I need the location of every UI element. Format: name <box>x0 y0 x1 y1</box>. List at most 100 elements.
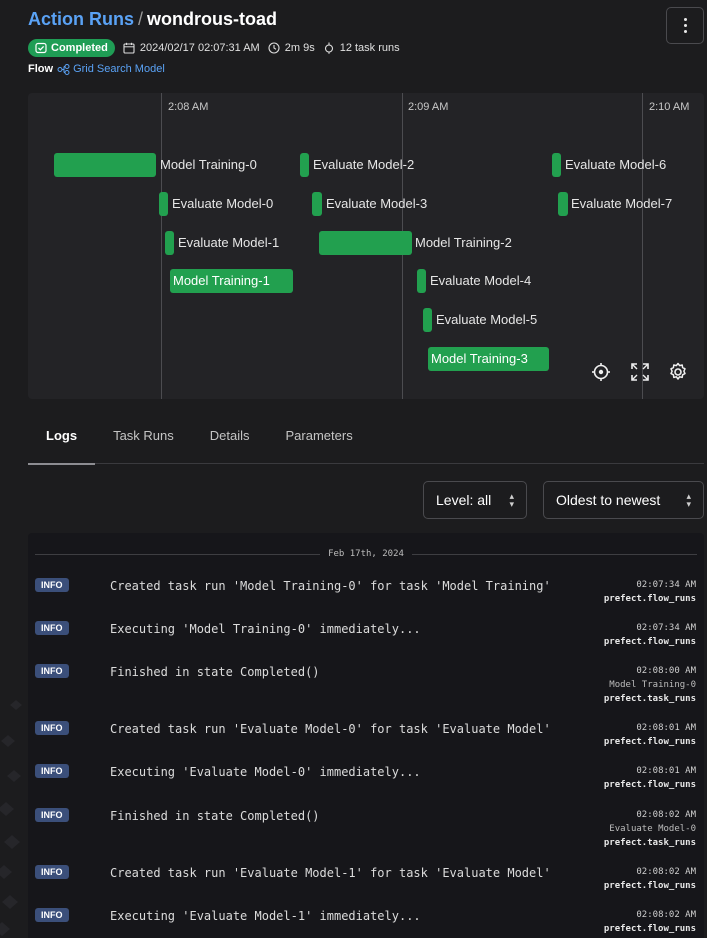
breadcrumb: Action Runs / wondrous-toad <box>28 8 707 30</box>
gear-icon <box>670 362 686 380</box>
log-order-select[interactable]: Oldest to newest ▴ ▾ <box>543 481 704 519</box>
log-time: 02:08:02 AM <box>636 910 696 920</box>
crosshair-icon <box>592 363 610 381</box>
page-title: wondrous-toad <box>147 9 277 29</box>
log-meta: 02:08:02 AM prefect.flow_runs <box>604 865 696 893</box>
tab-bar: Logs Task Runs Details Parameters <box>28 418 704 465</box>
log-message: Created task run 'Model Training-0' for … <box>110 579 551 593</box>
log-task-name: Model Training-0 <box>609 680 696 690</box>
background-pattern-decoration <box>0 700 22 936</box>
timeline-bar-evaluate-model-7[interactable] <box>558 192 568 216</box>
flow-name: Grid Search Model <box>73 63 165 75</box>
timeline-bar-evaluate-model-3[interactable] <box>312 192 322 216</box>
flow-label: Flow <box>28 63 54 75</box>
log-date: Feb 17th, 2024 <box>328 549 404 559</box>
log-time: 02:08:01 AM <box>636 723 696 733</box>
start-time: 2024/02/17 02:07:31 AM <box>123 42 260 54</box>
logs-panel[interactable]: Feb 17th, 2024 INFO Created task run 'Mo… <box>28 533 704 938</box>
flow-info: Flow Grid Search Model <box>28 63 165 75</box>
page-header: Action Runs / wondrous-toad <box>28 8 707 30</box>
log-time: 02:07:34 AM <box>636 580 696 590</box>
log-meta: 02:08:02 AM prefect.flow_runs <box>604 908 696 936</box>
timeline-bar-model-training-0[interactable] <box>54 153 156 177</box>
tab-task-runs[interactable]: Task Runs <box>95 418 192 464</box>
timeline-bar-evaluate-model-6[interactable] <box>552 153 561 177</box>
log-source: prefect.flow_runs <box>603 737 696 747</box>
flow-run-timeline[interactable]: 2:08 AM 2:09 AM 2:10 AM Model Training-0… <box>28 93 704 399</box>
timeline-bar-evaluate-model-2[interactable] <box>300 153 309 177</box>
log-meta: 02:07:34 AM prefect.flow_runs <box>604 621 696 649</box>
log-order-value: Oldest to newest <box>556 492 661 508</box>
tab-logs[interactable]: Logs <box>28 418 96 465</box>
log-time: 02:08:02 AM <box>636 810 696 820</box>
expand-icon <box>631 363 649 381</box>
log-level-badge: INFO <box>35 664 69 678</box>
log-meta: 02:08:01 AM prefect.flow_runs <box>604 764 696 792</box>
tab-parameters[interactable]: Parameters <box>268 418 371 464</box>
timeline-bar-label: Evaluate Model-3 <box>326 196 428 211</box>
log-level-badge: INFO <box>35 621 69 635</box>
timeline-gridline <box>161 93 162 399</box>
timeline-bar-label: Evaluate Model-4 <box>430 273 532 288</box>
task-runs-value: 12 task runs <box>339 42 400 54</box>
timeline-bar-label: Evaluate Model-7 <box>571 196 673 211</box>
timeline-bar-evaluate-model-4[interactable] <box>417 269 426 293</box>
log-message: Executing 'Model Training-0' immediately… <box>110 622 421 636</box>
log-message: Executing 'Evaluate Model-1' immediately… <box>110 909 421 923</box>
tab-details[interactable]: Details <box>192 418 268 464</box>
timeline-gridline <box>642 93 643 399</box>
log-time: 02:08:00 AM <box>636 666 696 676</box>
timeline-bar-evaluate-model-0[interactable] <box>159 192 168 216</box>
timeline-settings-button[interactable] <box>667 361 689 383</box>
task-runs-count: 12 task runs <box>323 42 400 54</box>
log-source: prefect.flow_runs <box>603 780 696 790</box>
log-source: prefect.task_runs <box>603 838 696 848</box>
more-options-button[interactable] <box>666 7 704 44</box>
status-badge: Completed <box>28 39 115 57</box>
log-time: 02:07:34 AM <box>636 623 696 633</box>
log-level-badge: INFO <box>35 721 69 735</box>
log-meta: 02:07:34 AM prefect.flow_runs <box>604 578 696 606</box>
timeline-bar-evaluate-model-1[interactable] <box>165 231 174 255</box>
timeline-bar-model-training-2[interactable] <box>319 231 412 255</box>
chevron-up-down-icon: ▴ ▾ <box>509 491 514 509</box>
log-message: Finished in state Completed() <box>110 665 320 679</box>
flow-link[interactable]: Grid Search Model <box>57 63 165 75</box>
log-meta: 02:08:00 AM Model Training-0 prefect.tas… <box>604 664 696 706</box>
log-source: prefect.flow_runs <box>603 881 696 891</box>
flow-run-page: Action Runs / wondrous-toad Completed 2024… <box>0 0 707 938</box>
timeline-bar-label: Model Training-3 <box>431 351 528 366</box>
timeline-bar-evaluate-model-5[interactable] <box>423 308 432 332</box>
duration: 2m 9s <box>268 42 315 54</box>
log-level-badge: INFO <box>35 865 69 879</box>
log-date-separator: Feb 17th, 2024 <box>35 547 698 561</box>
timeline-bar-label: Evaluate Model-0 <box>172 196 274 211</box>
log-level-badge: INFO <box>35 908 69 922</box>
log-level-select[interactable]: Level: all ▴ ▾ <box>423 481 527 519</box>
check-shield-icon <box>35 42 47 54</box>
log-level-value: Level: all <box>436 492 492 508</box>
timeline-bar-label: Model Training-1 <box>173 273 270 288</box>
log-level-badge: INFO <box>35 808 69 822</box>
duration-value: 2m 9s <box>284 42 315 54</box>
log-source: prefect.flow_runs <box>603 924 696 934</box>
log-meta: 02:08:02 AM Evaluate Model-0 prefect.tas… <box>604 808 696 850</box>
log-source: prefect.flow_runs <box>603 594 696 604</box>
log-source: prefect.task_runs <box>603 694 696 704</box>
timeline-bar-label: Evaluate Model-1 <box>178 235 280 250</box>
log-task-name: Evaluate Model-0 <box>609 824 696 834</box>
log-time: 02:08:02 AM <box>636 867 696 877</box>
timeline-bar-label: Evaluate Model-2 <box>313 157 415 172</box>
timeline-bar-label: Model Training-0 <box>160 157 257 172</box>
log-level-badge: INFO <box>35 764 69 778</box>
log-message: Finished in state Completed() <box>110 809 320 823</box>
recenter-button[interactable] <box>590 361 612 383</box>
start-time-value: 2024/02/17 02:07:31 AM <box>139 42 260 54</box>
log-message: Created task run 'Evaluate Model-1' for … <box>110 866 551 880</box>
log-level-badge: INFO <box>35 578 69 592</box>
log-message: Created task run 'Evaluate Model-0' for … <box>110 722 551 736</box>
log-message: Executing 'Evaluate Model-0' immediately… <box>110 765 421 779</box>
fullscreen-button[interactable] <box>629 361 651 383</box>
breadcrumb-action-runs-link[interactable]: Action Runs <box>28 9 134 29</box>
flow-icon <box>57 63 70 75</box>
